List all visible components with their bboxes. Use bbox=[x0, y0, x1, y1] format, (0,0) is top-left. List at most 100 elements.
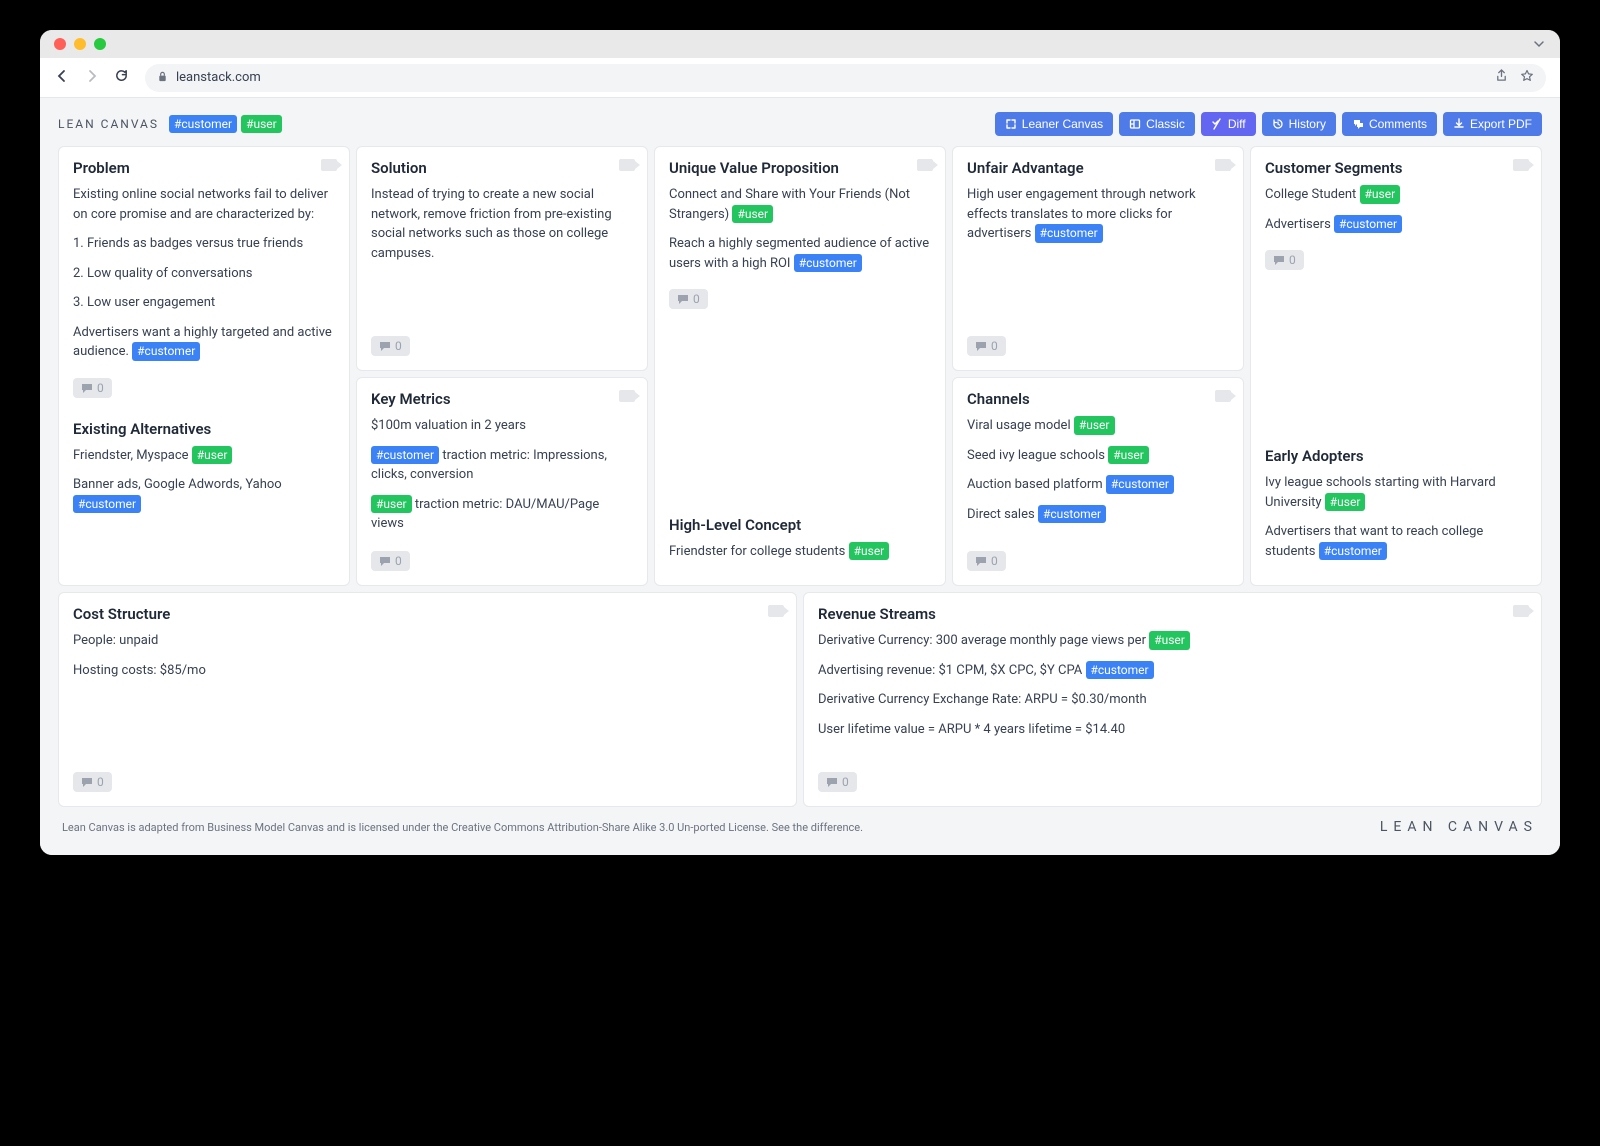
tag-customer[interactable]: #customer bbox=[73, 495, 141, 514]
card-text: Friendster, Myspace #user bbox=[73, 446, 335, 466]
comment-count[interactable]: 0 bbox=[967, 336, 1006, 356]
card-text: Reach a highly segmented audience of act… bbox=[669, 234, 931, 273]
tag-user[interactable]: #user bbox=[1325, 493, 1366, 512]
minimize-window-button[interactable] bbox=[74, 38, 86, 50]
history-button[interactable]: History bbox=[1262, 112, 1336, 136]
tag-user[interactable]: #user bbox=[192, 446, 233, 465]
tag-user[interactable]: #user bbox=[371, 495, 412, 514]
tag-customer[interactable]: #customer bbox=[132, 342, 200, 361]
tag-customer[interactable]: #customer bbox=[794, 254, 862, 273]
traffic-lights bbox=[54, 38, 106, 50]
lock-icon bbox=[157, 71, 168, 85]
card-text: #customer traction metric: Impressions, … bbox=[371, 446, 633, 485]
button-label: Leaner Canvas bbox=[1022, 117, 1103, 131]
url-field[interactable]: leanstack.com bbox=[145, 64, 1546, 92]
reload-button[interactable] bbox=[114, 68, 129, 87]
tag-customer[interactable]: #customer bbox=[1319, 542, 1387, 561]
classic-button[interactable]: Classic bbox=[1119, 112, 1195, 136]
solution-card[interactable]: Solution Instead of trying to create a n… bbox=[356, 146, 648, 371]
card-text: High user engagement through network eff… bbox=[967, 185, 1229, 244]
video-icon[interactable] bbox=[619, 390, 635, 402]
button-label: Export PDF bbox=[1470, 117, 1532, 131]
tag-customer[interactable]: #customer bbox=[371, 446, 439, 465]
tag-customer[interactable]: #customer bbox=[1106, 475, 1174, 494]
comment-count[interactable]: 0 bbox=[371, 336, 410, 356]
comment-count[interactable]: 0 bbox=[73, 772, 112, 792]
card-text: Advertisers that want to reach college s… bbox=[1265, 522, 1527, 561]
video-icon[interactable] bbox=[1215, 390, 1231, 402]
browser-window: leanstack.com LEAN CANVAS #customer #use… bbox=[40, 30, 1560, 855]
subsection-title: Early Adopters bbox=[1265, 447, 1527, 465]
url-text: leanstack.com bbox=[176, 70, 261, 85]
video-icon[interactable] bbox=[321, 159, 337, 171]
tag-user[interactable]: #user bbox=[732, 205, 773, 224]
export-pdf-button[interactable]: Export PDF bbox=[1443, 112, 1542, 136]
uvp-card[interactable]: Unique Value Proposition Connect and Sha… bbox=[654, 146, 946, 586]
tag-user[interactable]: #user bbox=[1108, 446, 1149, 465]
card-title: Revenue Streams bbox=[818, 605, 1527, 623]
card-text: 3. Low user engagement bbox=[73, 293, 335, 313]
diff-button[interactable]: Diff bbox=[1201, 112, 1256, 136]
card-text: Existing online social networks fail to … bbox=[73, 185, 335, 224]
comment-count[interactable]: 0 bbox=[1265, 250, 1304, 270]
button-label: History bbox=[1289, 117, 1326, 131]
card-text: Advertising revenue: $1 CPM, $X CPC, $Y … bbox=[818, 661, 1527, 681]
share-icon[interactable] bbox=[1495, 69, 1508, 87]
card-title: Channels bbox=[967, 390, 1229, 408]
card-text: #user traction metric: DAU/MAU/Page view… bbox=[371, 495, 633, 534]
cost-structure-card[interactable]: Cost Structure People: unpaid Hosting co… bbox=[58, 592, 797, 807]
channels-card[interactable]: Channels Viral usage model #user Seed iv… bbox=[952, 377, 1244, 586]
tag-customer[interactable]: #customer bbox=[1334, 215, 1402, 234]
video-icon[interactable] bbox=[768, 605, 784, 617]
card-text: Derivative Currency Exchange Rate: ARPU … bbox=[818, 690, 1527, 710]
comment-count[interactable]: 0 bbox=[73, 378, 112, 398]
card-text: User lifetime value = ARPU * 4 years lif… bbox=[818, 720, 1527, 740]
close-window-button[interactable] bbox=[54, 38, 66, 50]
back-button[interactable] bbox=[54, 68, 70, 88]
comment-count[interactable]: 0 bbox=[371, 551, 410, 571]
card-text: Ivy league schools starting with Harvard… bbox=[1265, 473, 1527, 512]
card-title: Customer Segments bbox=[1265, 159, 1527, 177]
key-metrics-card[interactable]: Key Metrics $100m valuation in 2 years #… bbox=[356, 377, 648, 586]
maximize-window-button[interactable] bbox=[94, 38, 106, 50]
bottom-row: Cost Structure People: unpaid Hosting co… bbox=[58, 592, 1542, 807]
tag-user[interactable]: #user bbox=[241, 115, 282, 134]
button-label: Comments bbox=[1369, 117, 1427, 131]
revenue-streams-card[interactable]: Revenue Streams Derivative Currency: 300… bbox=[803, 592, 1542, 807]
tag-customer[interactable]: #customer bbox=[169, 115, 237, 134]
button-label: Diff bbox=[1228, 117, 1246, 131]
tag-user[interactable]: #user bbox=[849, 542, 890, 561]
video-icon[interactable] bbox=[1513, 159, 1529, 171]
tag-customer[interactable]: #customer bbox=[1038, 505, 1106, 524]
video-icon[interactable] bbox=[1513, 605, 1529, 617]
bookmark-star-icon[interactable] bbox=[1520, 69, 1534, 87]
card-text: Advertisers #customer bbox=[1265, 215, 1527, 235]
tag-user[interactable]: #user bbox=[1074, 416, 1115, 435]
card-text: College Student #user bbox=[1265, 185, 1527, 205]
card-title: Solution bbox=[371, 159, 633, 177]
comment-count[interactable]: 0 bbox=[669, 289, 708, 309]
chevron-down-icon[interactable] bbox=[1532, 37, 1546, 51]
comments-button[interactable]: Comments bbox=[1342, 112, 1437, 136]
card-title: Problem bbox=[73, 159, 335, 177]
top-toolbar: LEAN CANVAS #customer #user Leaner Canva… bbox=[58, 106, 1542, 146]
tag-customer[interactable]: #customer bbox=[1086, 661, 1154, 680]
tag-customer[interactable]: #customer bbox=[1035, 224, 1103, 243]
comment-count[interactable]: 0 bbox=[967, 551, 1006, 571]
unfair-advantage-card[interactable]: Unfair Advantage High user engagement th… bbox=[952, 146, 1244, 371]
comment-count[interactable]: 0 bbox=[818, 772, 857, 792]
leaner-canvas-button[interactable]: Leaner Canvas bbox=[995, 112, 1113, 136]
card-text: $100m valuation in 2 years bbox=[371, 416, 633, 436]
footer: Lean Canvas is adapted from Business Mod… bbox=[58, 807, 1542, 839]
address-bar: leanstack.com bbox=[40, 58, 1560, 98]
tag-user[interactable]: #user bbox=[1360, 185, 1401, 204]
video-icon[interactable] bbox=[1215, 159, 1231, 171]
forward-button[interactable] bbox=[84, 68, 100, 88]
card-text: Banner ads, Google Adwords, Yahoo #custo… bbox=[73, 475, 335, 514]
customer-segments-card[interactable]: Customer Segments College Student #user … bbox=[1250, 146, 1542, 586]
brand-label: LEAN CANVAS bbox=[58, 117, 159, 131]
problem-card[interactable]: Problem Existing online social networks … bbox=[58, 146, 350, 586]
video-icon[interactable] bbox=[917, 159, 933, 171]
tag-user[interactable]: #user bbox=[1149, 631, 1190, 650]
video-icon[interactable] bbox=[619, 159, 635, 171]
